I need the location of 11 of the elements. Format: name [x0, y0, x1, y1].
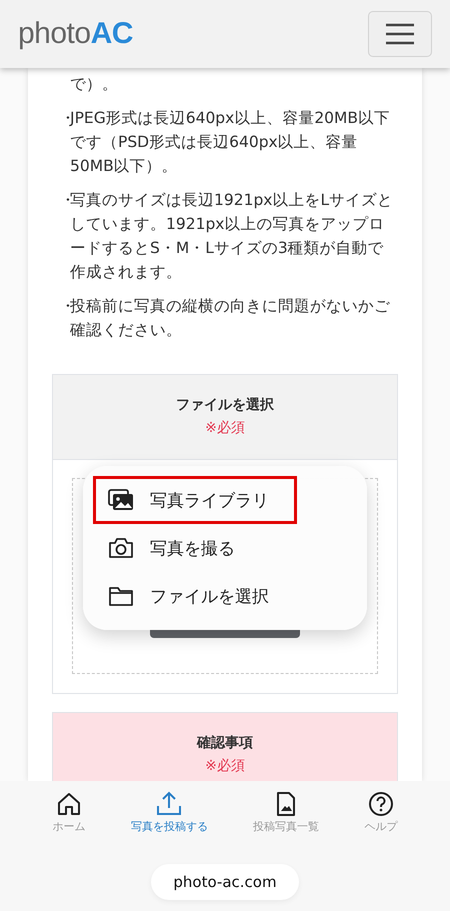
note-text: 投稿前に写真の縦横の向きに問題がないかご確認ください。 — [70, 296, 391, 341]
note-text: JPEG形式は長辺640px以上、容量20MB以下です（PSD形式は長辺640px以上、容量50MB以下）。 — [70, 108, 392, 177]
section-title: ファイルを選択 — [176, 396, 274, 415]
section-title: 確認事項 — [197, 734, 253, 753]
required-label: ※必須 — [205, 757, 245, 776]
bullet: ・ — [60, 190, 70, 211]
bullet: ・ — [60, 108, 70, 129]
required-label: ※必須 — [205, 419, 245, 438]
note-text: 写真のサイズは長辺1921px以上をLサイズとしています。1921px以上の写真をアップロードするとS・M・Lサイズの3種類が自動で作成されます。 — [70, 190, 394, 283]
bullet: ・ — [60, 296, 70, 317]
note-text: で）。 — [70, 74, 119, 95]
